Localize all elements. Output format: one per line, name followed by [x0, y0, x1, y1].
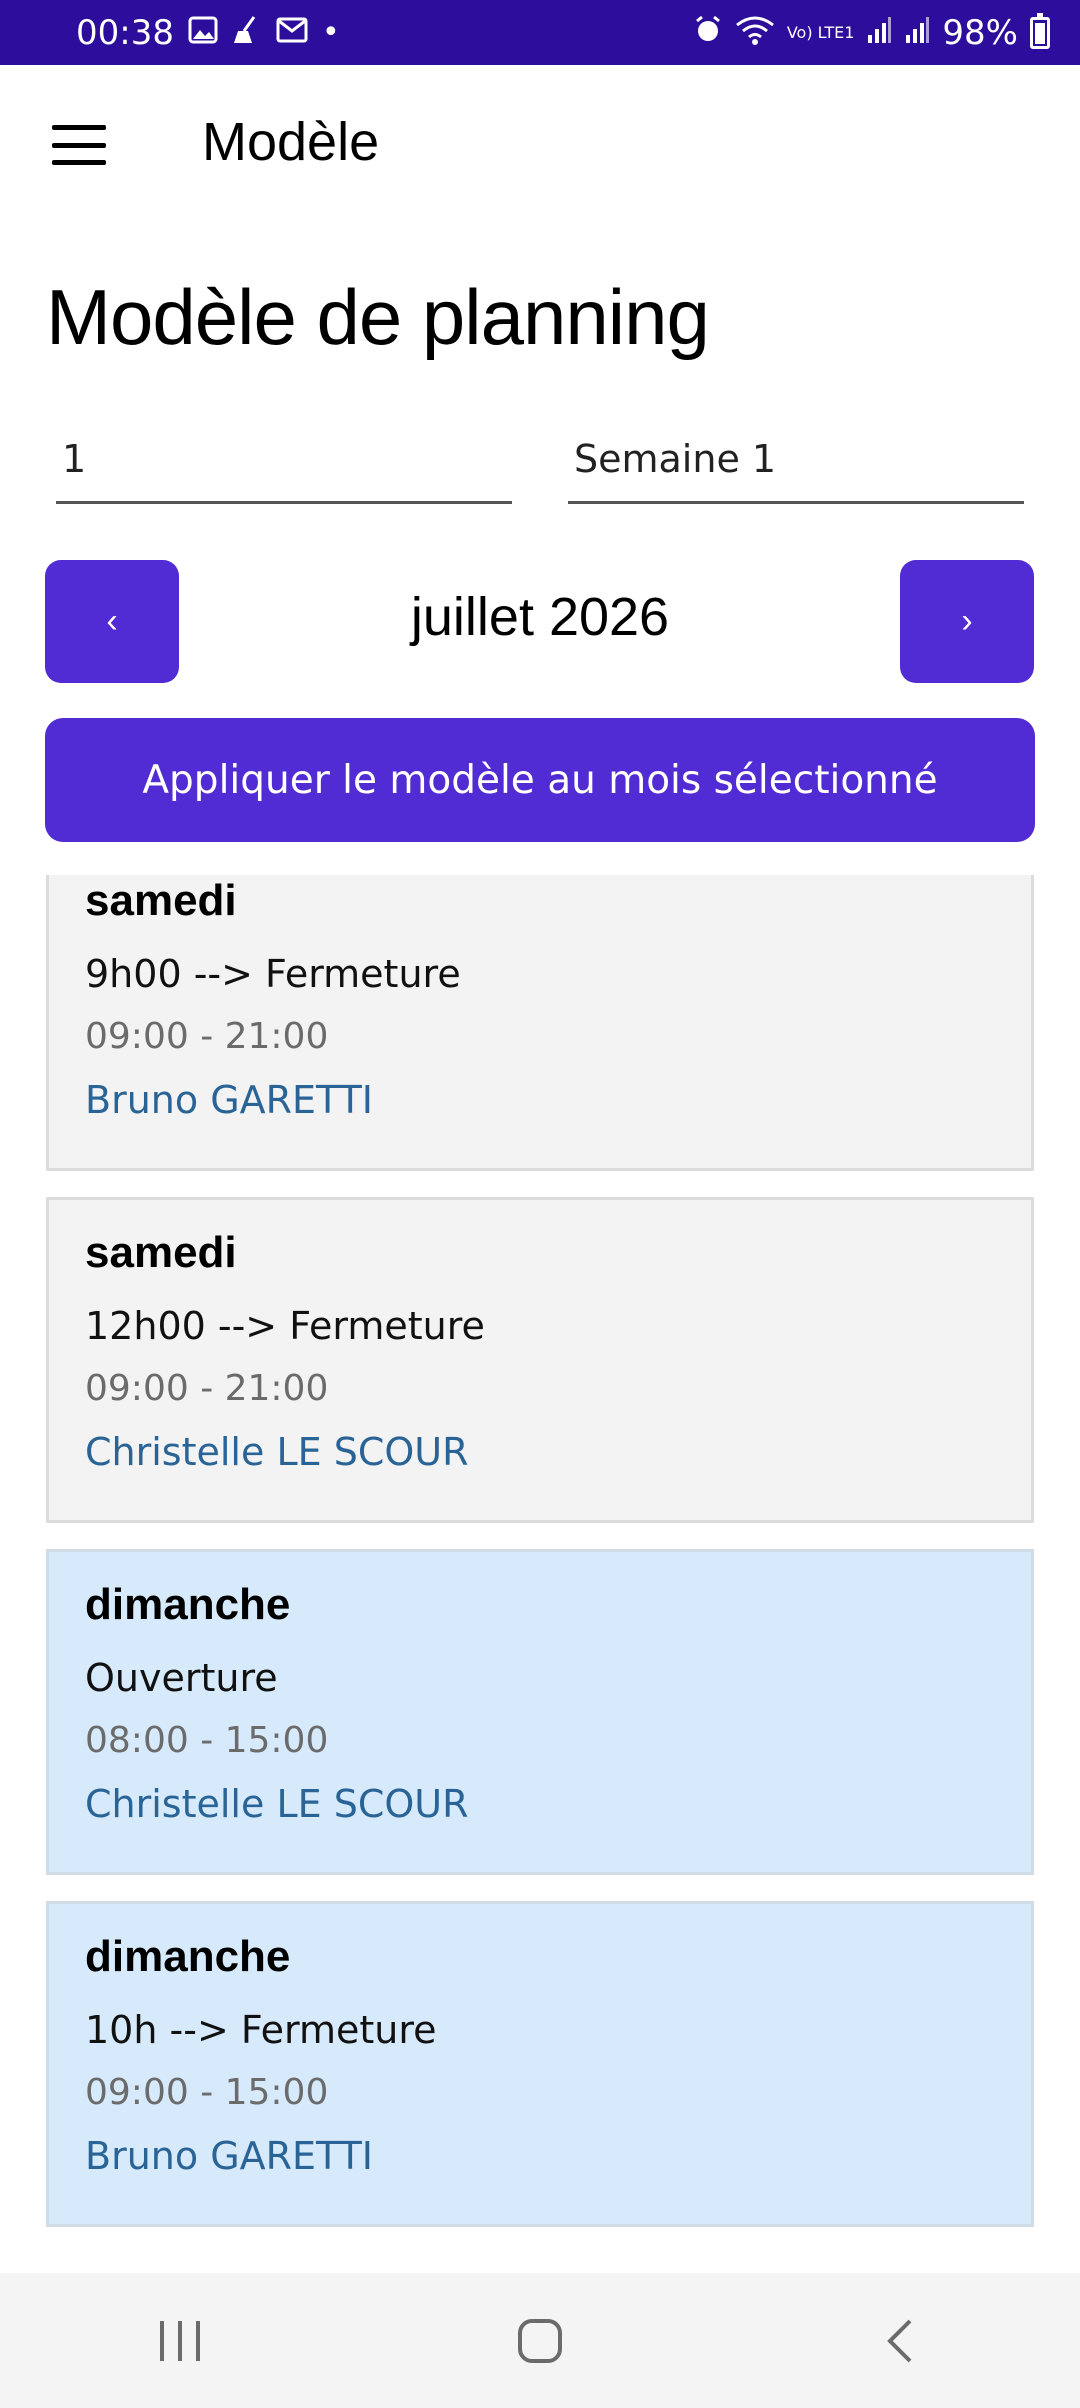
entry-time: 09:00 - 21:00	[85, 1368, 329, 1409]
screen: 00:38 • Vo) LTE1 98% Modèle Modèle de pl…	[0, 0, 1080, 2408]
month-label: juillet 2026	[410, 587, 670, 647]
list-item[interactable]: samedi 9h00 --> Fermeture 09:00 - 21:00 …	[46, 875, 1034, 1171]
app-bar: Modèle	[0, 65, 1080, 225]
battery-icon	[1030, 12, 1050, 49]
page-title: Modèle de planning	[46, 273, 710, 361]
signal-icon-1	[866, 15, 892, 51]
wifi-icon	[735, 15, 775, 51]
next-month-button[interactable]: ›	[900, 560, 1034, 683]
entry-person[interactable]: Christelle LE SCOUR	[85, 1782, 469, 1826]
previous-month-button[interactable]: ‹	[45, 560, 179, 683]
battery-percent: 98%	[942, 12, 1018, 53]
app-title: Modèle	[202, 112, 380, 172]
entry-time: 08:00 - 15:00	[85, 1720, 329, 1761]
entry-person[interactable]: Bruno GARETTI	[85, 2134, 373, 2178]
menu-line	[52, 160, 106, 165]
entry-shift: 12h00 --> Fermeture	[85, 1304, 485, 1348]
entry-time: 09:00 - 21:00	[85, 1016, 329, 1057]
mail-icon	[276, 17, 308, 49]
schedule-list[interactable]: samedi 9h00 --> Fermeture 09:00 - 21:00 …	[0, 875, 1080, 2273]
back-icon[interactable]	[840, 2301, 960, 2381]
entry-time: 09:00 - 15:00	[85, 2072, 329, 2113]
signal-icon-2	[904, 15, 930, 51]
menu-line	[52, 142, 106, 148]
entry-day: samedi	[85, 876, 237, 925]
home-icon[interactable]	[480, 2301, 600, 2381]
dot-icon: •	[321, 14, 340, 50]
status-right: Vo) LTE1 98%	[693, 12, 1050, 53]
number-input[interactable]	[56, 430, 512, 504]
alarm-icon	[693, 15, 723, 51]
apply-template-button[interactable]: Appliquer le modèle au mois sélectionné	[45, 718, 1035, 842]
entry-day: dimanche	[85, 1580, 291, 1629]
status-time: 00:38	[76, 12, 174, 53]
status-left: 00:38 •	[76, 13, 340, 53]
entry-shift: 10h --> Fermeture	[85, 2008, 437, 2052]
list-item[interactable]: dimanche 10h --> Fermeture 09:00 - 15:00…	[46, 1901, 1034, 2227]
hamburger-icon[interactable]	[52, 125, 106, 165]
status-bar: 00:38 • Vo) LTE1 98%	[0, 0, 1080, 65]
network-label: Vo) LTE1	[786, 22, 855, 42]
gallery-icon	[188, 15, 218, 51]
list-item[interactable]: dimanche Ouverture 08:00 - 15:00 Christe…	[46, 1549, 1034, 1875]
recents-icon[interactable]	[120, 2301, 240, 2381]
entry-day: samedi	[85, 1228, 237, 1277]
list-item[interactable]: samedi 12h00 --> Fermeture 09:00 - 21:00…	[46, 1197, 1034, 1523]
week-input[interactable]	[568, 430, 1024, 504]
entry-shift: Ouverture	[85, 1656, 278, 1700]
entry-person[interactable]: Bruno GARETTI	[85, 1078, 373, 1122]
entry-shift: 9h00 --> Fermeture	[85, 952, 461, 996]
menu-line	[52, 125, 106, 130]
entry-day: dimanche	[85, 1932, 291, 1981]
cleaner-icon	[232, 15, 262, 51]
system-navigation-bar	[0, 2273, 1080, 2408]
entry-person[interactable]: Christelle LE SCOUR	[85, 1430, 469, 1474]
